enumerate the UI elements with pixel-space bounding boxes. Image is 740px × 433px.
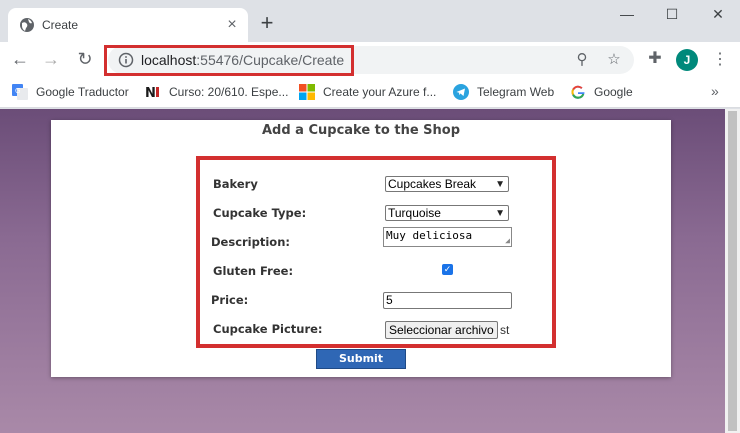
close-window-icon[interactable]: ✕ <box>708 6 728 24</box>
bookmarks-bar: G Google Traductor N Curso: 20/610. Espe… <box>0 78 740 108</box>
price-input[interactable]: 5 <box>383 292 512 309</box>
cupcake-type-select[interactable]: Turquoise ▼ <box>385 205 509 221</box>
tab-strip: Create × + — ☐ ✕ <box>0 0 740 42</box>
chevron-double-right-icon[interactable]: » <box>711 83 719 99</box>
avatar[interactable]: J <box>676 49 698 71</box>
maximize-icon[interactable]: ☐ <box>662 6 682 24</box>
chevron-down-icon: ▼ <box>495 179 505 190</box>
bakery-label: Bakery <box>213 177 258 191</box>
bookmark-google-traductor[interactable]: G Google Traductor <box>12 84 129 102</box>
bookmark-label: Google Traductor <box>36 85 129 99</box>
bookmark-label: Curso: 20/610. Espe... <box>169 85 289 99</box>
bookmark-azure[interactable]: Create your Azure f... <box>299 84 436 102</box>
zoom-icon[interactable]: ⚲ <box>574 52 590 68</box>
gluten-free-checkbox[interactable]: ✓ <box>442 264 453 275</box>
google-translate-icon: G <box>12 84 28 100</box>
resize-grip-icon[interactable]: ◢ <box>505 237 510 245</box>
gluten-free-label: Gluten Free: <box>213 264 294 278</box>
puzzle-icon[interactable]: ✚ <box>646 50 664 68</box>
submit-button[interactable]: Submit <box>316 349 406 369</box>
cupcake-type-select-value: Turquoise <box>388 206 441 220</box>
bakery-select-value: Cupcakes Break <box>388 177 477 191</box>
cupcake-picture-label: Cupcake Picture: <box>213 322 323 336</box>
reload-icon[interactable]: ↻ <box>75 50 95 70</box>
cupcake-type-label: Cupcake Type: <box>213 206 307 220</box>
plus-icon[interactable]: + <box>257 12 277 34</box>
page-viewport: Add a Cupcake to the Shop Bakery Cupcake… <box>0 109 740 433</box>
description-text: Muy deliciosa <box>386 229 473 242</box>
forward-arrow-icon[interactable]: → <box>41 50 61 70</box>
star-icon[interactable]: ☆ <box>606 52 622 68</box>
scrollbar-thumb[interactable] <box>728 111 737 431</box>
close-icon[interactable]: × <box>224 17 240 33</box>
svg-text:N: N <box>145 86 156 100</box>
google-icon <box>571 85 585 99</box>
chevron-down-icon: ▼ <box>495 208 505 219</box>
bakery-select[interactable]: Cupcakes Break ▼ <box>385 176 509 192</box>
ni-icon: N <box>145 86 159 100</box>
back-arrow-icon[interactable]: ← <box>10 50 30 70</box>
price-label: Price: <box>211 293 249 307</box>
create-form-card: Add a Cupcake to the Shop Bakery Cupcake… <box>51 120 671 377</box>
file-select-button[interactable]: Seleccionar archivo <box>385 321 498 339</box>
bookmark-label: Google <box>594 85 633 99</box>
bookmark-label: Create your Azure f... <box>323 85 437 99</box>
globe-icon <box>20 18 34 32</box>
bookmark-curso[interactable]: N Curso: 20/610. Espe... <box>145 84 288 102</box>
bookmark-telegram[interactable]: Telegram Web <box>453 84 554 102</box>
vertical-scrollbar[interactable] <box>725 109 740 433</box>
telegram-icon <box>453 84 469 100</box>
tab-create[interactable]: Create × <box>8 8 248 42</box>
page-title: Add a Cupcake to the Shop <box>261 123 461 138</box>
minimize-icon[interactable]: — <box>617 6 637 24</box>
description-label: Description: <box>211 235 290 249</box>
tab-title: Create <box>42 18 79 32</box>
bookmark-label: Telegram Web <box>477 85 555 99</box>
file-status-text: st <box>500 323 510 337</box>
svg-text:G: G <box>15 87 20 95</box>
more-vert-icon[interactable]: ⋮ <box>712 51 728 69</box>
bookmark-google[interactable]: Google <box>570 84 633 102</box>
microsoft-icon <box>299 84 315 100</box>
description-textarea[interactable]: Muy deliciosa ◢ <box>383 227 512 247</box>
url-highlight-box <box>104 45 354 76</box>
